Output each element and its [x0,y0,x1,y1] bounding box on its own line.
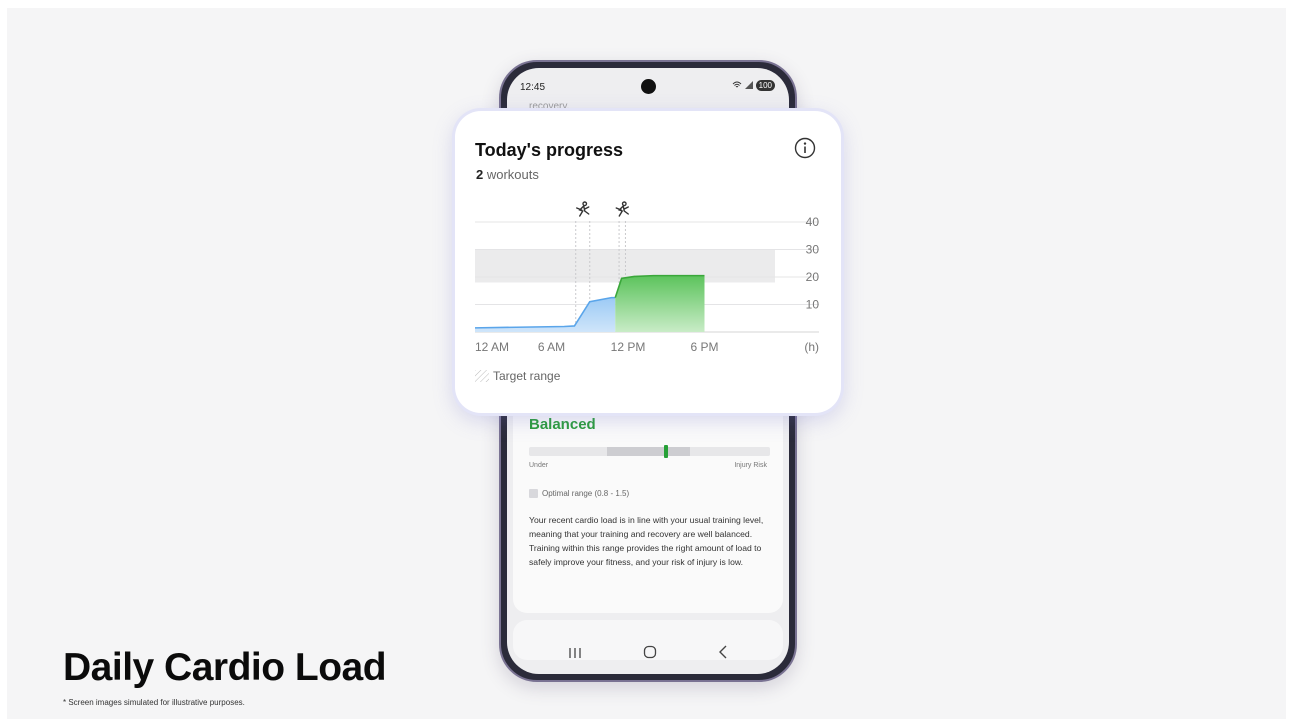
x-tick-label: (h) [804,340,819,354]
target-range-swatch [475,370,489,382]
load-range-bar [529,445,770,458]
status-time: 12:45 [520,82,546,93]
running-workout-icon [615,201,629,217]
cardio-load-description: Your recent cardio load is in line with … [529,515,764,567]
wifi-icon [732,81,742,91]
x-tick-label: 6 PM [690,340,718,354]
optimal-range-label: Optimal range (0.8 - 1.5) [542,489,630,498]
status-balanced: Balanced [529,416,596,433]
workout-load-area [615,275,705,332]
todays-progress-card: Today's progress 2 workouts 40 30 20 10 12 A… [455,111,841,413]
running-workout-icon [576,201,590,217]
navigation-bar [507,642,789,666]
range-under-label: Under [529,462,549,469]
current-load-marker [664,445,668,458]
x-tick-label: 6 AM [538,340,565,354]
y-tick-label: 20 [806,270,820,284]
target-range-label: Target range [493,369,561,383]
headline: Daily Cardio Load [63,646,387,689]
signal-icon [744,80,753,91]
x-tick-label: 12 PM [611,340,646,354]
status-icons: 100 [732,80,775,91]
chart-legend: Target range [475,369,560,383]
front-camera [641,79,656,94]
y-tick-label: 40 [806,215,820,229]
range-injury-label: Injury Risk [734,462,767,469]
status-bar: 12:45 100 [507,68,789,98]
recent-apps-icon[interactable] [568,646,582,663]
x-tick-label: 12 AM [475,340,509,354]
disclaimer: * Screen images simulated for illustrati… [63,698,245,707]
home-icon[interactable] [643,645,657,663]
cardio-load-detail-card: Balanced Under Injury Risk Optimal range… [513,398,783,613]
y-tick-label: 10 [806,298,820,312]
battery-icon: 100 [755,80,775,91]
optimal-range-legend: Optimal range (0.8 - 1.5) [529,489,629,498]
optimal-range-swatch [529,489,538,498]
cardio-load-chart: 40 30 20 10 12 AM 6 AM 12 PM 6 PM (h) [474,201,820,354]
back-icon[interactable] [718,645,728,663]
optimal-range-segment [607,447,690,456]
y-tick-label: 30 [806,243,820,257]
